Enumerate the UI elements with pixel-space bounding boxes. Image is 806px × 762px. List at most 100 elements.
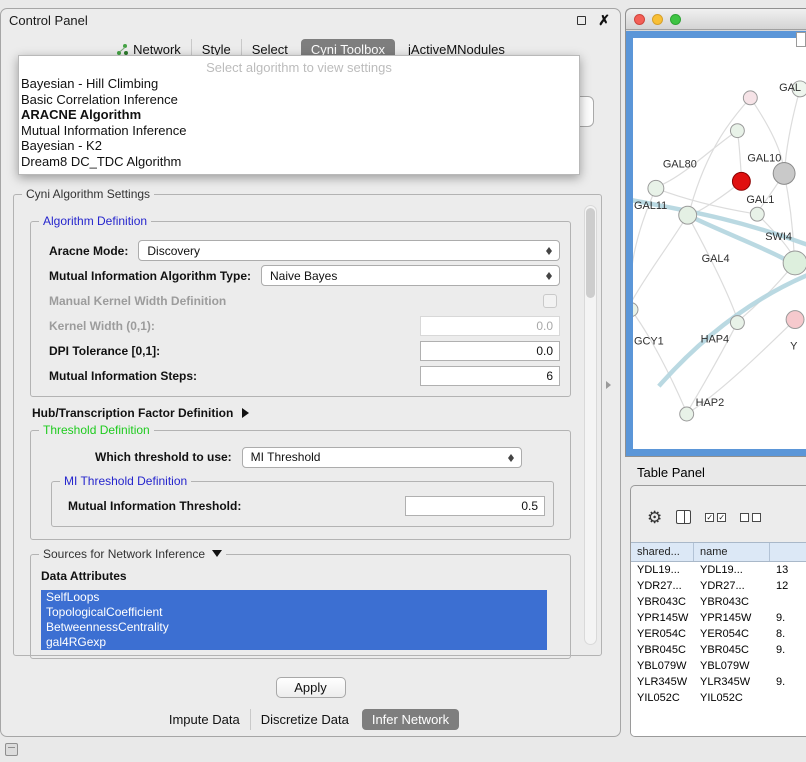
column-header[interactable]: name xyxy=(694,543,770,561)
table-row[interactable]: YLR345WYLR345W9. xyxy=(631,674,806,690)
select-all-icon[interactable]: ✓✓ xyxy=(705,513,726,522)
network-canvas[interactable]: GAL80GAL10GAL11GAL1SWI4GAL4GCY1HAP4HAP2Y… xyxy=(633,38,806,449)
node-label-gal10: GAL10 xyxy=(747,152,781,164)
network-focus-frame: GAL80GAL10GAL11GAL1SWI4GAL4GCY1HAP4HAP2Y… xyxy=(626,31,806,456)
mi-type-combo[interactable]: Naive Bayes xyxy=(261,265,560,286)
network-node[interactable] xyxy=(773,162,795,184)
network-svg: GAL80GAL10GAL11GAL1SWI4GAL4GCY1HAP4HAP2Y… xyxy=(633,38,806,449)
table-row[interactable]: YBL079WYBL079W xyxy=(631,658,806,674)
network-window-titlebar[interactable] xyxy=(626,9,806,30)
mi-steps-field[interactable]: 6 xyxy=(420,366,560,386)
network-node[interactable] xyxy=(730,124,744,138)
table-cell: 9. xyxy=(770,642,806,658)
close-icon[interactable]: ✗ xyxy=(598,13,610,27)
algorithm-option-aracne-algorithm[interactable]: ARACNE Algorithm xyxy=(19,107,579,123)
minimize-traffic-light-icon[interactable] xyxy=(652,14,663,25)
manual-kernel-row: Manual Kernel Width Definition xyxy=(41,288,560,313)
network-toolbar-fragment[interactable] xyxy=(796,32,806,47)
mi-type-row: Mutual Information Algorithm Type: Naive… xyxy=(41,263,560,288)
table-cell: YPR145W xyxy=(631,610,694,626)
table-row[interactable]: YPR145WYPR145W9. xyxy=(631,610,806,626)
columns-icon[interactable] xyxy=(676,510,691,524)
data-attributes-list[interactable]: SelfLoopsTopologicalCoefficientBetweenne… xyxy=(41,590,547,650)
manual-kernel-checkbox[interactable] xyxy=(543,294,557,308)
network-node[interactable] xyxy=(680,407,694,421)
network-node[interactable] xyxy=(679,206,697,224)
network-node[interactable] xyxy=(750,207,764,221)
table-row[interactable]: YER054CYER054C8. xyxy=(631,626,806,642)
dpi-tolerance-field[interactable]: 0.0 xyxy=(420,341,560,361)
algorithm-option-mutual-information-inference[interactable]: Mutual Information Inference xyxy=(19,123,579,139)
network-node[interactable] xyxy=(732,172,750,190)
splitter-collapse-icon[interactable] xyxy=(606,381,611,389)
network-node[interactable] xyxy=(633,303,638,317)
deselect-all-icon[interactable] xyxy=(740,513,761,522)
table-cell: YBR043C xyxy=(694,594,770,610)
close-traffic-light-icon[interactable] xyxy=(634,14,645,25)
algorithm-definition-title: Algorithm Definition xyxy=(39,214,151,228)
network-node[interactable] xyxy=(743,91,757,105)
table-row[interactable]: YBR045CYBR045C9. xyxy=(631,642,806,658)
mi-threshold-group-title: MI Threshold Definition xyxy=(60,474,191,488)
network-node[interactable] xyxy=(783,251,806,275)
table-cell: YDL19... xyxy=(631,562,694,578)
node-table: shared...name YDL19...YDL19...13YDR27...… xyxy=(631,542,806,736)
algorithm-option-bayesian-hill-climbing[interactable]: Bayesian - Hill Climbing xyxy=(19,76,579,92)
apply-button[interactable]: Apply xyxy=(276,677,346,698)
table-cell: YDR27... xyxy=(694,578,770,594)
mi-threshold-group: MI Threshold Definition Mutual Informati… xyxy=(51,481,554,527)
gear-icon[interactable]: ⚙ xyxy=(647,509,662,526)
mi-type-label: Mutual Information Algorithm Type: xyxy=(49,269,251,283)
network-node[interactable] xyxy=(648,180,664,196)
which-threshold-combo[interactable]: MI Threshold xyxy=(242,447,522,468)
sources-group-title[interactable]: Sources for Network Inference xyxy=(39,547,226,561)
table-row[interactable]: YIL052CYIL052C xyxy=(631,690,806,706)
algorithm-option-bayesian-k2[interactable]: Bayesian - K2 xyxy=(19,138,579,154)
mi-threshold-field[interactable]: 0.5 xyxy=(405,496,545,516)
column-header[interactable]: shared... xyxy=(631,543,694,561)
table-cell: YBL079W xyxy=(694,658,770,674)
attribute-item-gal4rgexp[interactable]: gal4RGexp xyxy=(41,635,547,650)
algorithm-option-basic-correlation-inference[interactable]: Basic Correlation Inference xyxy=(19,92,579,108)
mi-threshold-label: Mutual Information Threshold: xyxy=(68,499,241,513)
table-row[interactable]: YDR27...YDR27...12 xyxy=(631,578,806,594)
node-label-hap4: HAP4 xyxy=(701,333,730,345)
attribute-item-selfloops[interactable]: SelfLoops xyxy=(41,590,547,605)
sources-title-text: Sources for Network Inference xyxy=(43,547,205,561)
minimized-panel-icon[interactable] xyxy=(5,743,18,756)
unchecked-box-icon xyxy=(752,513,761,522)
network-node[interactable] xyxy=(730,316,744,330)
mi-steps-value: 6 xyxy=(546,369,553,383)
table-cell: YLR345W xyxy=(694,674,770,690)
mi-steps-row: Mutual Information Steps: 6 xyxy=(41,363,560,388)
aracne-mode-combo[interactable]: Discovery xyxy=(138,240,560,261)
tab-impute-data[interactable]: Impute Data xyxy=(159,709,250,730)
table-row[interactable]: YDL19...YDL19...13 xyxy=(631,562,806,578)
attribute-item-topologicalcoefficient[interactable]: TopologicalCoefficient xyxy=(41,605,547,620)
combo-stepper-icon xyxy=(544,244,555,258)
tab-discretize-data[interactable]: Discretize Data xyxy=(250,709,359,730)
table-cell: 12 xyxy=(770,578,806,594)
tab-infer-network[interactable]: Infer Network xyxy=(362,709,459,730)
network-edge xyxy=(785,89,800,165)
zoom-traffic-light-icon[interactable] xyxy=(670,14,681,25)
table-cell: 13 xyxy=(770,562,806,578)
settings-scrollbar[interactable] xyxy=(584,205,597,645)
control-panel-titlebar[interactable]: Control Panel ✗ xyxy=(1,9,620,31)
table-panel-window: ⚙ ✓✓ shared...name YDL19...YDL19...13YDR… xyxy=(630,485,806,737)
control-panel-title: Control Panel xyxy=(9,13,88,28)
table-cell: 9. xyxy=(770,610,806,626)
network-node[interactable] xyxy=(786,311,804,329)
algorithm-option-dream8-dc-tdc-algorithm[interactable]: Dream8 DC_TDC Algorithm xyxy=(19,154,579,170)
table-cell: YIL052C xyxy=(631,690,694,706)
combo-stepper-icon xyxy=(506,451,517,465)
hub-definition-toggle[interactable]: Hub/Transcription Factor Definition xyxy=(32,405,571,420)
kernel-width-field[interactable]: 0.0 xyxy=(420,316,560,336)
node-label-gal4: GAL4 xyxy=(702,253,730,265)
float-window-icon[interactable] xyxy=(577,16,586,25)
which-threshold-value: MI Threshold xyxy=(251,450,321,464)
settings-scrollbar-thumb[interactable] xyxy=(586,208,595,298)
attribute-item-betweennesscentrality[interactable]: BetweennessCentrality xyxy=(41,620,547,635)
table-row[interactable]: YBR043CYBR043C xyxy=(631,594,806,610)
column-header[interactable] xyxy=(770,543,806,561)
